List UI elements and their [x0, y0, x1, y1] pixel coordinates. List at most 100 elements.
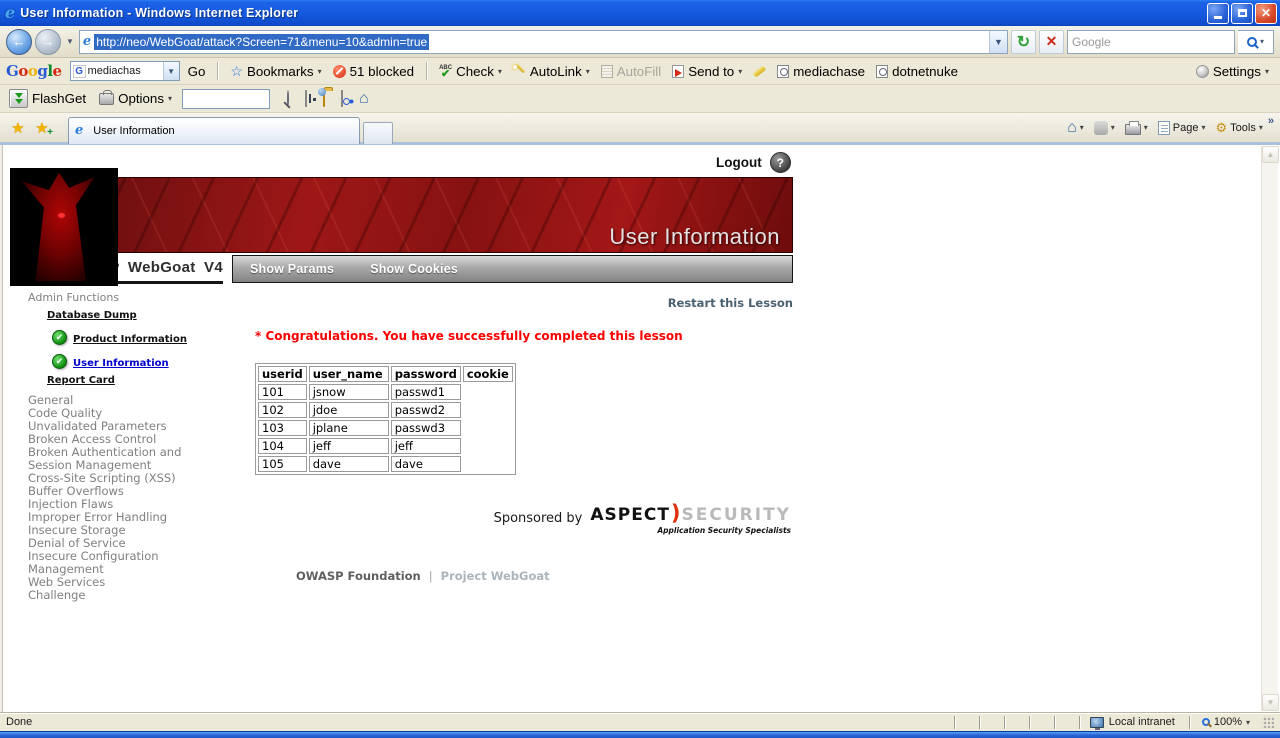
cell-password: passwd3: [391, 420, 461, 436]
success-message: * Congratulations. You have successfully…: [255, 329, 793, 343]
autolink-button[interactable]: AutoLink ▾: [510, 64, 593, 79]
zoom-control[interactable]: 100% ▾: [1190, 716, 1256, 728]
url-text[interactable]: http://neo/WebGoat/attack?Screen=71&menu…: [94, 34, 429, 50]
flashget-capture-button[interactable]: [305, 91, 307, 106]
search-input[interactable]: [1072, 35, 1230, 49]
bookmarks-button[interactable]: ☆ Bookmarks ▾: [227, 63, 324, 80]
project-webgoat-link[interactable]: Project WebGoat: [441, 569, 550, 583]
column-header: userid: [258, 366, 307, 382]
highlighter-button[interactable]: [750, 69, 769, 74]
new-tab-button[interactable]: [363, 122, 393, 144]
google-search-value[interactable]: mediachas: [88, 65, 163, 77]
chevron-down-icon: ▼: [994, 37, 1003, 47]
sponsored-by-text: Sponsored by: [494, 511, 583, 526]
sidebar-category[interactable]: Insecure Configuration Management: [28, 550, 216, 576]
flashget-site-explorer-button[interactable]: [323, 91, 325, 106]
search-options-caret-icon[interactable]: ▾: [1260, 37, 1264, 46]
back-button[interactable]: ←: [6, 29, 32, 55]
google-search-dropdown[interactable]: ▼: [163, 62, 179, 80]
status-text: Done: [6, 716, 930, 728]
google-go-button[interactable]: Go: [185, 64, 209, 79]
column-header: password: [391, 366, 461, 382]
separator: [426, 62, 427, 80]
google-toolbar: Google G mediachas ▼ Go ☆ Bookmarks ▾ 51…: [0, 58, 1280, 85]
vertical-scrollbar[interactable]: ▲ ▼: [1261, 146, 1278, 711]
cell-password: jeff: [391, 438, 461, 454]
search-go-button[interactable]: ▾: [1238, 30, 1274, 54]
show-cookies-button[interactable]: Show Cookies: [370, 262, 458, 276]
sidebar-category[interactable]: Broken Authentication and Session Manage…: [28, 446, 216, 472]
toolbar-overflow-chevron-icon[interactable]: »: [1268, 115, 1274, 127]
chevron-down-icon: ▾: [1259, 123, 1263, 132]
flashget-toolbar: FlashGet Options ▾ ⌂: [0, 85, 1280, 113]
cell-cookie: [463, 438, 513, 454]
spellcheck-button[interactable]: ABC ✔ Check ▾: [436, 64, 505, 79]
forward-button[interactable]: →: [35, 29, 61, 55]
close-button[interactable]: ✕: [1255, 3, 1277, 24]
owasp-foundation-link[interactable]: OWASP Foundation: [296, 569, 421, 583]
popup-blocker-button[interactable]: 51 blocked: [330, 64, 417, 79]
cell-password: dave: [391, 456, 461, 472]
google-search-combo[interactable]: G mediachas ▼: [70, 61, 180, 81]
show-params-button[interactable]: Show Params: [250, 262, 334, 276]
flashget-home-button[interactable]: ⌂: [359, 91, 369, 106]
logout-button[interactable]: Logout: [716, 155, 762, 170]
recent-pages-dropdown[interactable]: ▼: [64, 37, 76, 46]
favorites-center-button[interactable]: ★: [6, 116, 30, 140]
tools-menu-button[interactable]: ⚙ Tools ▾: [1211, 121, 1268, 134]
windows-taskbar-edge: [0, 731, 1280, 738]
sidebar-link-database-dump[interactable]: Database Dump: [47, 310, 137, 321]
table-row: 105 dave dave: [258, 456, 513, 472]
home-button[interactable]: ⌂ ▾: [1062, 121, 1089, 135]
scroll-down-button[interactable]: ▼: [1262, 694, 1279, 711]
help-button[interactable]: ?: [770, 152, 791, 173]
search-box[interactable]: [1067, 30, 1235, 54]
scroll-up-button[interactable]: ▲: [1262, 146, 1279, 163]
add-favorite-button[interactable]: ★ +: [30, 116, 54, 140]
cell-cookie: [463, 384, 513, 400]
flashget-button[interactable]: FlashGet: [6, 89, 89, 108]
options-toolbox-icon: [99, 93, 114, 105]
browser-viewport: Logout ? User Information OWASP WebGoat …: [0, 145, 1280, 712]
folder-globe-icon: [323, 90, 325, 107]
restart-lesson-link[interactable]: Restart this Lesson: [255, 296, 793, 310]
cell-password: passwd2: [391, 402, 461, 418]
separator: [979, 716, 980, 729]
settings-button[interactable]: Settings ▾: [1193, 64, 1272, 79]
sidebar-categories: General Code Quality Unvalidated Paramet…: [28, 394, 216, 602]
security-zone-label: Local intranet: [1109, 716, 1175, 728]
google-logo: Google: [6, 62, 62, 80]
page-menu-button[interactable]: Page ▾: [1153, 121, 1211, 135]
print-button[interactable]: ▾: [1120, 121, 1153, 135]
address-dropdown-button[interactable]: ▼: [989, 31, 1007, 53]
refresh-button[interactable]: ↻: [1011, 30, 1036, 54]
sidebar-link-product-information[interactable]: Product Information: [73, 334, 187, 345]
chevron-down-icon: ▾: [738, 67, 742, 76]
cell-username: dave: [309, 456, 389, 472]
page-icon: [1158, 121, 1170, 135]
cell-userid: 104: [258, 438, 307, 454]
feeds-button: ▾: [1089, 121, 1120, 135]
dotnetnuke-search-button[interactable]: dotnetnuke: [873, 64, 961, 79]
flashget-search-button[interactable]: [287, 91, 289, 106]
stop-icon: ✕: [1046, 33, 1058, 50]
chevron-down-icon: ▾: [586, 67, 590, 76]
maximize-button[interactable]: [1231, 3, 1253, 24]
sidebar-category[interactable]: Challenge: [28, 589, 216, 602]
sidebar-link-report-card[interactable]: Report Card: [47, 375, 115, 386]
google-g-icon: G: [73, 65, 86, 78]
chevron-down-icon: ▾: [168, 94, 172, 103]
tab-user-information[interactable]: e User Information: [68, 117, 360, 144]
flashget-options-button[interactable]: Options ▾: [96, 91, 175, 106]
address-bar[interactable]: e http://neo/WebGoat/attack?Screen=71&me…: [79, 30, 1008, 54]
mediachase-search-button[interactable]: mediachase: [774, 64, 868, 79]
lesson-title: User Information: [609, 224, 780, 250]
flashget-input[interactable]: [182, 89, 270, 109]
table-row: 101 jsnow passwd1: [258, 384, 513, 400]
stop-button[interactable]: ✕: [1039, 30, 1064, 54]
flashget-download-all-button[interactable]: [341, 91, 343, 106]
sidebar-link-user-information[interactable]: User Information: [73, 358, 169, 369]
minimize-button[interactable]: [1207, 3, 1229, 24]
send-to-button[interactable]: Send to ▾: [669, 64, 745, 79]
chevron-down-icon: ▾: [1246, 718, 1250, 727]
